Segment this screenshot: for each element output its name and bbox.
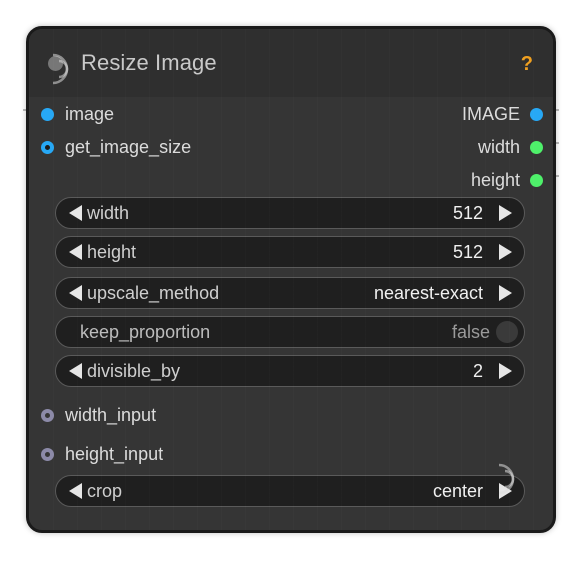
upscale-method-combo-widget[interactable]: upscale_method nearest-exact xyxy=(55,277,525,309)
previous-option-arrow-icon[interactable] xyxy=(69,483,82,499)
next-option-arrow-icon[interactable] xyxy=(499,483,512,499)
output-label: height xyxy=(470,169,520,190)
widget-label: height xyxy=(87,241,137,262)
output-label: IMAGE xyxy=(461,103,520,124)
crop-combo-widget[interactable]: crop center xyxy=(55,475,525,507)
increment-arrow-icon[interactable] xyxy=(499,244,512,260)
increment-arrow-icon[interactable] xyxy=(499,363,512,379)
width-number-widget[interactable]: width 512 xyxy=(55,197,525,229)
output-slot-height[interactable]: height xyxy=(471,168,543,192)
widget-label: divisible_by xyxy=(87,360,181,381)
output-slot-width[interactable]: width xyxy=(478,135,543,159)
widget-value: false xyxy=(451,321,490,342)
input-dot-icon[interactable] xyxy=(41,107,54,121)
input-label: height_input xyxy=(65,443,164,464)
output-slot-image[interactable]: IMAGE xyxy=(462,102,543,126)
widget-label: keep_proportion xyxy=(80,321,211,342)
previous-option-arrow-icon[interactable] xyxy=(69,285,82,301)
divisible-by-number-widget[interactable]: divisible_by 2 xyxy=(55,355,525,387)
workflow-canvas[interactable]: Resize Image ? image get_image_size IMAG… xyxy=(0,0,583,561)
node-title-bar[interactable]: Resize Image ? xyxy=(29,29,553,97)
widget-label: crop xyxy=(87,480,123,501)
widget-value[interactable]: 512 xyxy=(453,203,483,224)
decrement-arrow-icon[interactable] xyxy=(69,244,82,260)
input-dot-icon[interactable] xyxy=(41,408,54,422)
help-icon[interactable]: ? xyxy=(521,53,533,76)
output-dot-icon[interactable] xyxy=(530,173,543,187)
widget-value[interactable]: 512 xyxy=(453,242,483,263)
widget-value[interactable]: center xyxy=(433,481,483,502)
resize-image-node[interactable]: Resize Image ? image get_image_size IMAG… xyxy=(26,26,556,533)
input-slot-width-input[interactable]: width_input xyxy=(41,403,156,427)
input-slot-image[interactable]: image xyxy=(41,102,114,126)
widget-label: width xyxy=(87,202,130,223)
toggle-knob-icon[interactable] xyxy=(496,321,518,343)
widget-label: upscale_method xyxy=(87,282,220,303)
output-dot-icon[interactable] xyxy=(530,107,543,121)
decrement-arrow-icon[interactable] xyxy=(69,363,82,379)
collapse-toggle-icon[interactable] xyxy=(48,56,63,71)
input-dot-icon[interactable] xyxy=(41,140,54,154)
output-dot-icon[interactable] xyxy=(530,140,543,154)
input-slot-height-input[interactable]: height_input xyxy=(41,442,163,466)
widget-value[interactable]: nearest-exact xyxy=(374,283,483,304)
input-dot-icon[interactable] xyxy=(41,447,54,461)
node-title: Resize Image xyxy=(81,50,217,75)
keep-proportion-toggle-widget[interactable]: keep_proportion false xyxy=(55,316,525,348)
increment-arrow-icon[interactable] xyxy=(499,205,512,221)
next-option-arrow-icon[interactable] xyxy=(499,285,512,301)
height-number-widget[interactable]: height 512 xyxy=(55,236,525,268)
decrement-arrow-icon[interactable] xyxy=(69,205,82,221)
widget-value[interactable]: 2 xyxy=(473,361,483,382)
input-label: width_input xyxy=(65,404,157,425)
input-label: get_image_size xyxy=(65,136,192,157)
input-label: image xyxy=(65,103,115,124)
input-slot-get-image-size[interactable]: get_image_size xyxy=(41,135,191,159)
output-label: width xyxy=(477,136,520,157)
